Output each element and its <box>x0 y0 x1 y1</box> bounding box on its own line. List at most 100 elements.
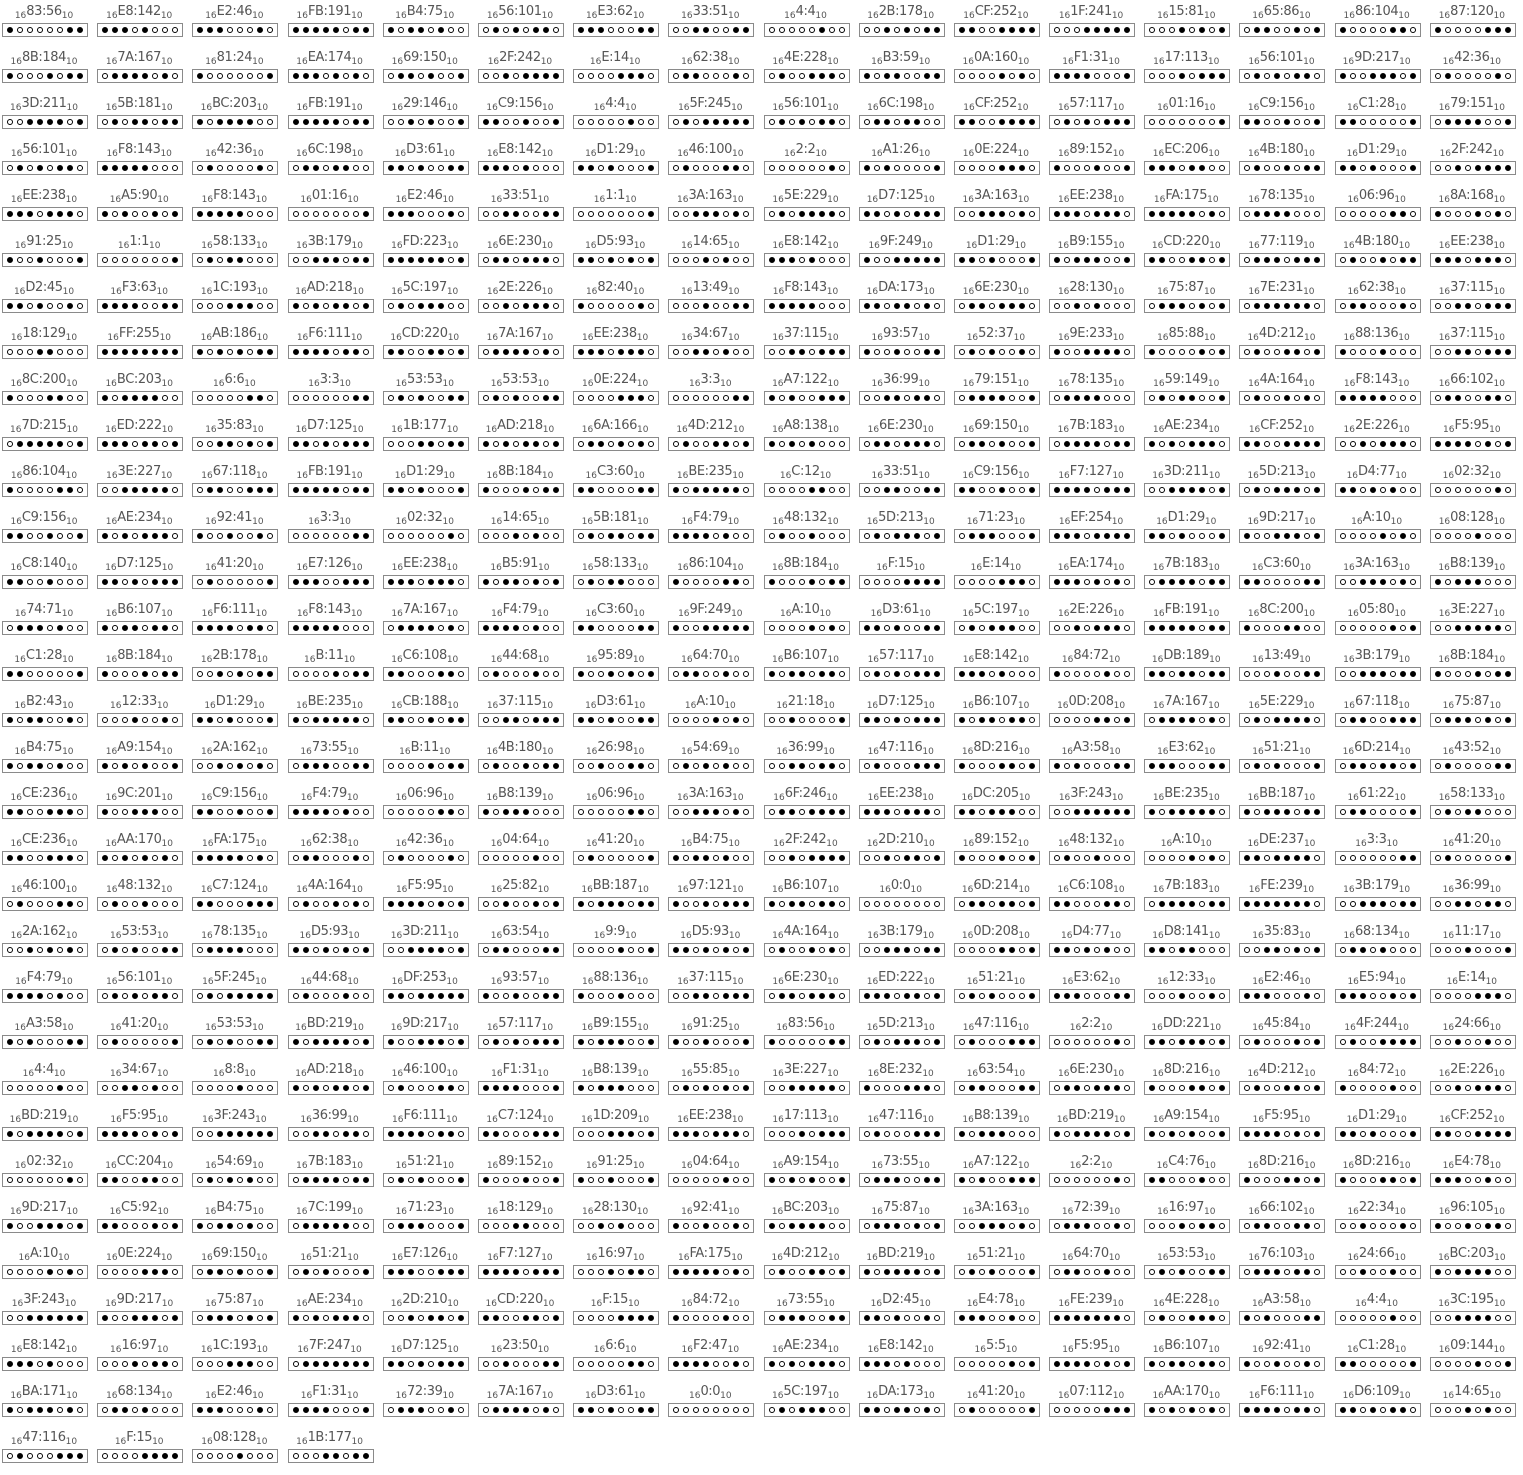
bit-off-dot <box>1284 579 1291 585</box>
bit-on-dot <box>7 1039 13 1045</box>
hex-base-subscript: 16 <box>1157 747 1169 757</box>
hex-decimal-pair: 3:3 <box>1366 832 1387 847</box>
bit-off-dot <box>112 763 119 769</box>
bit-off-dot <box>247 947 254 953</box>
bit-on-dot <box>1359 993 1366 999</box>
bit-off-dot <box>1314 993 1321 999</box>
conversion-cell: 167A:16710 <box>1142 693 1237 739</box>
bit-off-dot <box>903 763 910 769</box>
bit-on-dot <box>988 349 995 355</box>
conversion-label: 16EE:23810 <box>0 187 88 209</box>
conversion-cell: 16B4:7510 <box>666 831 761 877</box>
conversion-cell: 16EA:17410 <box>286 49 381 95</box>
hex-base-subscript: 16 <box>684 701 697 711</box>
bit-pattern-box <box>573 529 660 543</box>
decimal-base-subscript: 10 <box>922 103 935 113</box>
conversion-cell: 1682:4010 <box>571 279 666 325</box>
bit-pattern-box <box>382 529 469 543</box>
bit-on-dot <box>1409 717 1416 723</box>
bit-on-dot <box>47 809 53 815</box>
bit-on-dot <box>227 303 234 309</box>
decimal-base-subscript: 10 <box>1493 287 1505 297</box>
hex-base-subscript: 16 <box>201 747 213 757</box>
bit-on-dot <box>292 579 299 585</box>
conversion-label: 16AE:23410 <box>95 509 183 531</box>
bit-on-dot <box>788 441 795 447</box>
bit-on-dot <box>292 441 299 447</box>
bit-pattern-box <box>1334 253 1421 267</box>
hex-base-subscript: 16 <box>303 655 316 665</box>
bit-off-dot <box>142 579 149 585</box>
bit-off-dot <box>362 993 369 999</box>
decimal-base-subscript: 10 <box>256 333 269 343</box>
bit-off-dot <box>798 625 805 631</box>
hex-decimal-pair: 0E:224 <box>974 142 1018 157</box>
conversion-label: 1628:13010 <box>1047 279 1135 301</box>
decimal-base-subscript: 10 <box>66 563 78 573</box>
bit-on-dot <box>743 119 750 125</box>
conversion-label: 16E8:14210 <box>476 141 564 163</box>
bit-off-dot <box>247 257 254 263</box>
bit-on-dot <box>808 947 815 953</box>
decimal-base-subscript: 10 <box>1018 885 1030 895</box>
conversion-cell: 1618:12910 <box>0 325 95 371</box>
bit-on-dot <box>482 625 489 631</box>
bit-off-dot <box>1504 579 1511 585</box>
conversion-cell: 165B:18110 <box>571 509 666 555</box>
bit-on-dot <box>1264 211 1271 217</box>
bit-off-dot <box>1054 625 1061 631</box>
decimal-base-subscript: 10 <box>923 701 935 711</box>
hex-base-subscript: 16 <box>395 195 408 205</box>
hex-base-subscript: 16 <box>1439 149 1452 159</box>
bit-off-dot <box>1094 487 1101 493</box>
bit-pattern-box <box>1049 437 1136 451</box>
bit-on-dot <box>1018 349 1025 355</box>
bit-off-dot <box>17 119 23 125</box>
bit-pattern-box <box>2 23 88 37</box>
bit-off-dot <box>1474 73 1481 79</box>
bit-on-dot <box>628 395 635 401</box>
bit-pattern-box <box>858 391 945 405</box>
hex-decimal-pair: 2A:162 <box>212 740 257 755</box>
bit-off-dot <box>723 211 730 217</box>
bit-on-dot <box>713 717 720 723</box>
decimal-base-subscript: 10 <box>731 103 743 113</box>
decimal-base-subscript: 10 <box>1398 241 1411 251</box>
bit-on-dot <box>638 717 645 723</box>
bit-off-dot <box>1464 993 1471 999</box>
bit-off-dot <box>292 763 299 769</box>
bit-on-dot <box>457 947 464 953</box>
bit-on-dot <box>27 625 33 631</box>
hex-base-subscript: 16 <box>1342 57 1355 67</box>
conversion-cell: 1679:15110 <box>1428 95 1523 141</box>
bit-on-dot <box>893 533 900 539</box>
bit-on-dot <box>988 993 995 999</box>
decimal-base-subscript: 10 <box>1399 57 1411 67</box>
bit-off-dot <box>332 533 339 539</box>
decimal-base-subscript: 10 <box>918 149 931 159</box>
conversion-label: 16EE:23810 <box>857 785 945 807</box>
hex-decimal-pair: 53:53 <box>121 924 157 939</box>
bit-off-dot <box>598 671 605 677</box>
conversion-cell: 163B:17910 <box>1333 647 1428 693</box>
bit-on-dot <box>1008 809 1015 815</box>
bit-off-dot <box>67 625 73 631</box>
bit-pattern-box <box>1144 621 1231 635</box>
conversion-label: 1641:2010 <box>1428 831 1516 853</box>
bit-on-dot <box>913 119 920 125</box>
bit-pattern-box <box>477 345 564 359</box>
bit-on-dot <box>913 579 920 585</box>
decimal-base-subscript: 10 <box>633 701 646 711</box>
hex-base-subscript: 16 <box>1057 425 1070 435</box>
decimal-base-subscript: 10 <box>1394 609 1406 619</box>
bit-off-dot <box>67 441 73 447</box>
hex-decimal-pair: 79:151 <box>974 372 1018 387</box>
decimal-base-subscript: 10 <box>1014 241 1026 251</box>
bit-on-dot <box>903 855 910 861</box>
hex-base-subscript: 16 <box>772 57 784 67</box>
bit-off-dot <box>1159 27 1166 33</box>
bit-on-dot <box>838 809 845 815</box>
bit-off-dot <box>417 119 424 125</box>
bit-off-dot <box>873 487 880 493</box>
conversion-label: 165F:24510 <box>666 95 754 117</box>
